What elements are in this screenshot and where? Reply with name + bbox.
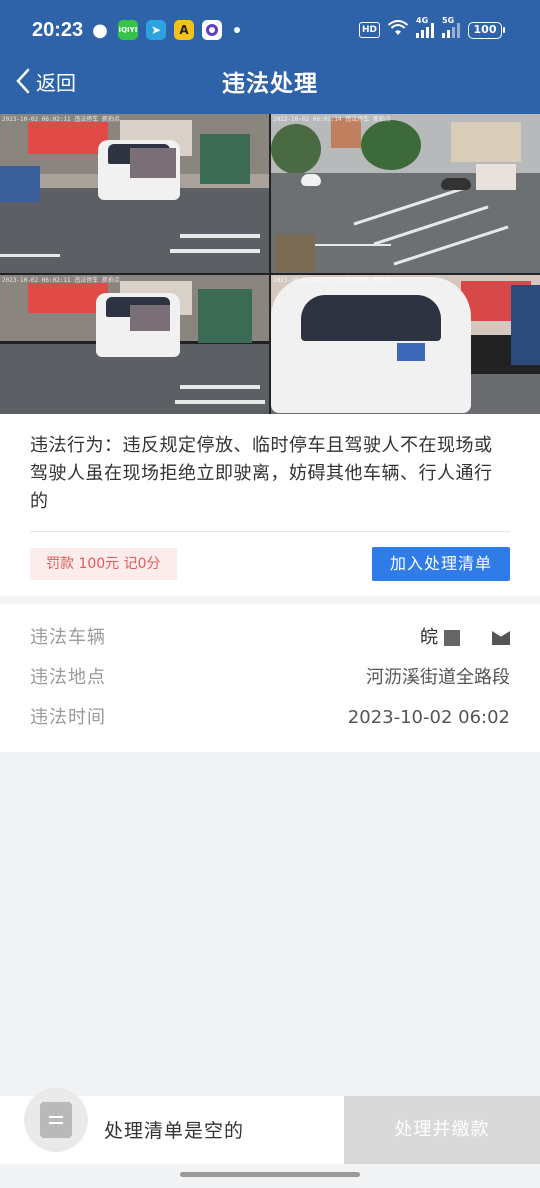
evidence-photos: 2023-10-02 06:02:11 违法停车 抓拍点 2023-10-02 … [0, 114, 540, 414]
hd-icon: HD [358, 22, 380, 38]
detail-row-time: 违法时间 2023-10-02 06:02 [30, 702, 510, 734]
plate-mask [492, 631, 510, 645]
wechat-icon: ● [92, 19, 108, 41]
violation-card: 违法行为：违反规定停放、临时停车且驾驶人不在现场或驾驶人虽在现场拒绝立即驶离，妨… [0, 414, 540, 596]
iqiyi-icon: iQIYI [118, 20, 138, 40]
plate-mask [444, 630, 460, 646]
status-time: 20:23 [32, 19, 84, 41]
signal-5g-icon: 5G [442, 16, 460, 38]
bottom-action-bar: 处理清单是空的 处理并缴款 [0, 1088, 540, 1164]
divider [30, 531, 510, 532]
vehicle-label: 违法车辆 [30, 627, 106, 648]
notification-dot-icon [234, 27, 240, 33]
nav-bar: 返回 违法处理 [0, 56, 540, 114]
time-label: 违法时间 [30, 707, 106, 728]
purple-app-icon [202, 20, 222, 40]
evidence-photo-2[interactable]: 2023-10-02 06:02:14 违法停车 抓拍点 [271, 114, 540, 273]
plate-prefix: 皖 [420, 627, 438, 648]
empty-list-text: 处理清单是空的 [104, 1120, 245, 1142]
evidence-photo-1[interactable]: 2023-10-02 06:02:11 违法停车 抓拍点 [0, 114, 269, 273]
location-label: 违法地点 [30, 667, 106, 688]
detail-row-location: 违法地点 河沥溪街道全路段 [30, 662, 510, 694]
process-and-pay-button[interactable]: 处理并缴款 [344, 1096, 540, 1164]
fine-badge: 罚款 100元 记0分 [30, 548, 177, 580]
vehicle-value: 皖 [420, 622, 510, 654]
yellow-app-icon: A [174, 20, 194, 40]
status-app-icons: ● iQIYI ➤ A [90, 19, 240, 41]
status-right: HD 4G 5G 100 [358, 16, 505, 40]
status-bar: 20:23 ● iQIYI ➤ A HD 4G 5G 100 [0, 0, 540, 56]
violation-details: 违法车辆 皖 违法地点 河沥溪街道全路段 违法时间 2023-10-02 06:… [0, 604, 540, 752]
page: 20:23 ● iQIYI ➤ A HD 4G 5G 100 返回 违法处理 2… [0, 0, 540, 1188]
signal-4g-icon: 4G [416, 16, 434, 38]
location-value: 河沥溪街道全路段 [366, 667, 510, 688]
time-value: 2023-10-02 06:02 [347, 707, 510, 728]
evidence-photo-4[interactable]: 2023-10-02 06:02:18 违法停车 抓拍点 [271, 275, 540, 414]
add-to-list-button[interactable]: 加入处理清单 [372, 547, 510, 581]
page-title: 违法处理 [222, 71, 318, 97]
wifi-icon [387, 20, 409, 40]
violation-description: 违法行为：违反规定停放、临时停车且驾驶人不在现场或驾驶人虽在现场拒绝立即驶离，妨… [30, 435, 493, 512]
process-list-icon[interactable] [24, 1088, 88, 1152]
home-indicator[interactable] [180, 1172, 360, 1177]
evidence-photo-3[interactable]: 2023-10-02 06:02:11 违法停车 抓拍点 [0, 275, 269, 414]
top-bar: 20:23 ● iQIYI ➤ A HD 4G 5G 100 返回 违法处理 [0, 0, 540, 114]
telegram-icon: ➤ [146, 20, 166, 40]
detail-row-vehicle: 违法车辆 皖 [30, 622, 510, 654]
battery-icon: 100 [468, 21, 505, 39]
